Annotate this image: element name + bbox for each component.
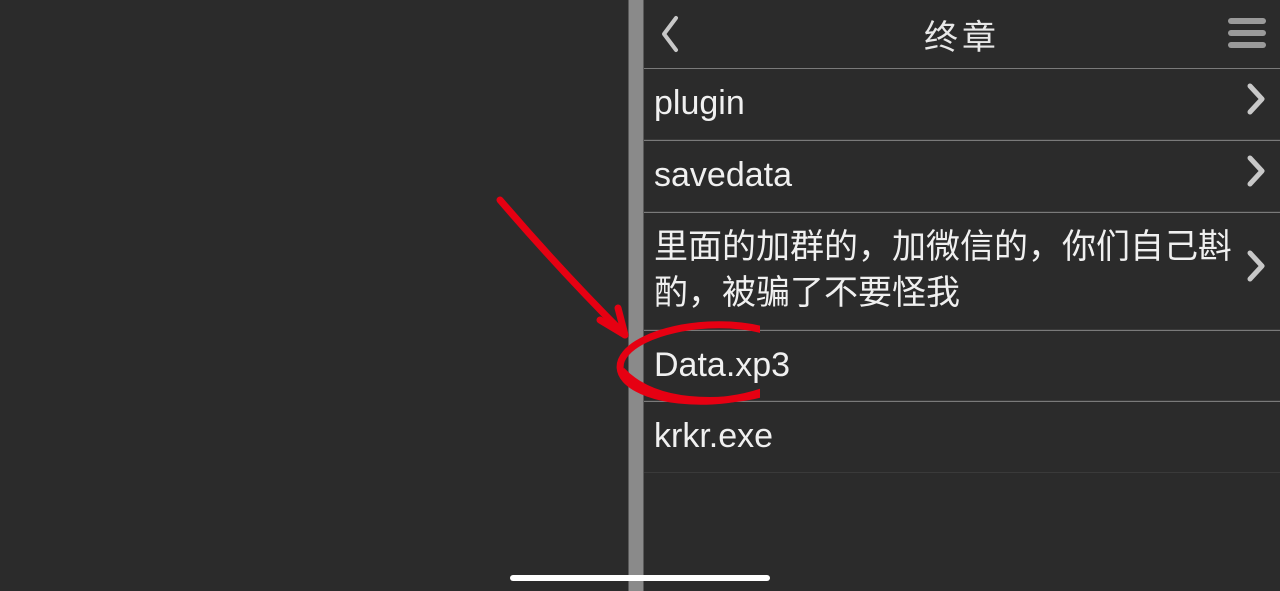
chevron-right-icon [1246,82,1272,125]
list-item-data-xp3[interactable]: Data.xp3 [644,330,1280,402]
header-bar: 终章 [644,0,1280,68]
home-indicator[interactable] [510,575,770,581]
hamburger-icon [1228,18,1266,24]
item-label: plugin [654,81,1246,127]
list-item-note[interactable]: 里面的加群的，加微信的，你们自己斟酌，被骗了不要怪我 [644,212,1280,330]
left-empty-panel [0,0,628,591]
list-item-savedata[interactable]: savedata [644,140,1280,212]
list-item-plugin[interactable]: plugin [644,68,1280,140]
chevron-right-icon [1246,154,1272,197]
page-title: 终章 [644,10,1280,59]
item-label: savedata [654,153,1246,199]
item-label: Data.xp3 [654,343,1272,389]
hamburger-icon [1228,30,1266,36]
list-item-krkr-exe[interactable]: krkr.exe [644,401,1280,473]
item-label: krkr.exe [654,414,1272,460]
file-list: plugin savedata 里面的加群的，加微信的，你们自己斟酌，被骗了不要… [644,68,1280,473]
item-label: 里面的加群的，加微信的，你们自己斟酌，被骗了不要怪我 [654,225,1246,317]
file-browser-panel: 终章 plugin savedata 里面的加群的，加微信的，你们自己斟酌，被骗… [644,0,1280,591]
chevron-right-icon [1246,249,1272,292]
menu-button[interactable] [1228,18,1266,48]
chevron-left-icon [658,14,682,54]
hamburger-icon [1228,42,1266,48]
back-button[interactable] [658,14,698,54]
panel-divider[interactable] [628,0,644,591]
